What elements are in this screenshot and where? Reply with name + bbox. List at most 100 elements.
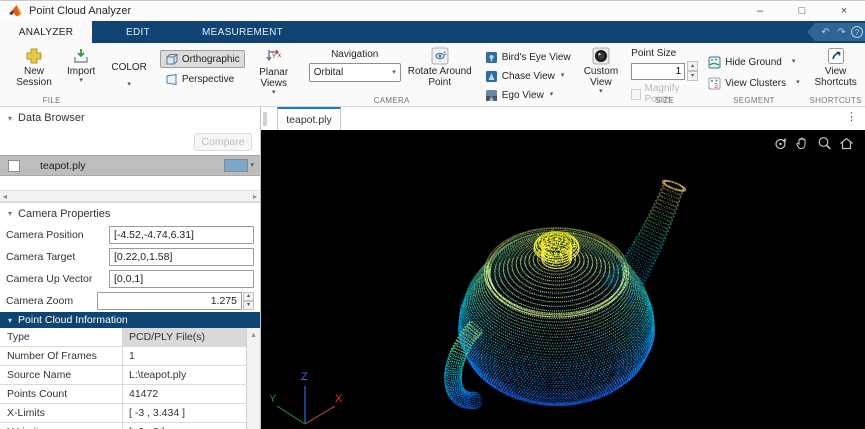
minimize-button[interactable]: –	[739, 1, 781, 21]
quick-access-toolbar: ↶ ↷ ?	[807, 23, 865, 41]
new-session-plus-icon	[26, 48, 42, 64]
swatch-caret[interactable]: ▾	[250, 162, 254, 169]
matlab-logo-icon	[9, 5, 22, 17]
table-row: Number Of Frames 1	[0, 347, 246, 366]
collapse-arrow-icon: ▾	[8, 209, 13, 218]
point-cloud-information-header[interactable]: ▾ Point Cloud Information	[0, 312, 260, 328]
chase-view-caret[interactable]: ▾	[561, 72, 565, 79]
compare-button[interactable]: Compare	[194, 133, 252, 151]
tab-measurement[interactable]: MEASUREMENT	[184, 21, 301, 43]
custom-view-group: Custom View ▾	[576, 43, 626, 106]
hide-ground-icon	[708, 56, 721, 68]
perspective-button[interactable]: Perspective	[160, 70, 245, 88]
rotate-3d-icon[interactable]	[772, 135, 789, 152]
close-button[interactable]: ×	[823, 1, 865, 21]
camera-up-vector-row: Camera Up Vector	[0, 268, 260, 290]
birds-eye-view-icon	[485, 51, 497, 63]
point-size-input[interactable]	[631, 62, 686, 80]
rotate-around-point-icon	[431, 47, 449, 65]
point-size-down-button[interactable]: ▾	[687, 71, 699, 81]
camera-zoom-up-button[interactable]: ▴	[242, 292, 254, 301]
new-session-button[interactable]: New Session	[8, 46, 60, 89]
view-shortcuts-button[interactable]: View Shortcuts	[810, 46, 862, 89]
undo-icon[interactable]: ↶	[819, 27, 832, 38]
point-size-label: Point Size	[631, 48, 677, 59]
segment-group: Hide Ground ▾ 3 View Clusters ▾ SEGMENT	[703, 43, 804, 106]
shortcuts-group: View Shortcuts SHORTCUTS	[805, 43, 865, 106]
shortcuts-section-label: SHORTCUTS	[809, 96, 862, 105]
help-icon[interactable]: ?	[851, 26, 863, 38]
ribbon-tab-bar: ANALYZER EDIT MEASUREMENT ↶ ↷ ?	[0, 21, 865, 43]
zoom-magnifier-icon[interactable]	[816, 135, 833, 152]
chase-view-icon	[485, 70, 497, 82]
maximize-button[interactable]: □	[781, 1, 823, 21]
size-section-label: SIZE	[655, 96, 675, 105]
camera-section-label: CAMERA	[373, 96, 410, 105]
camera-zoom-down-button[interactable]: ▾	[242, 301, 254, 310]
views-group: Bird's Eye View Chase View ▾ Ego View ▾	[480, 43, 576, 106]
horizontal-scrollbar[interactable]: ◂ ▸	[0, 190, 260, 202]
ego-view-button[interactable]: Ego View ▾	[485, 87, 571, 103]
table-row: Y-Limits [ -2 , 2 ]	[0, 423, 246, 429]
scroll-up-arrow-icon[interactable]: ▴	[251, 330, 255, 339]
ego-view-caret[interactable]: ▾	[550, 91, 554, 98]
navigation-select[interactable]: Orbital ▾	[308, 63, 401, 82]
hide-ground-button[interactable]: Hide Ground ▾	[708, 54, 799, 70]
vertical-scrollbar[interactable]: ▴ ▾	[246, 328, 260, 429]
scroll-right-arrow-icon[interactable]: ▸	[253, 192, 257, 201]
tab-overflow-menu-icon[interactable]: ⋮	[846, 110, 857, 123]
point-cloud-information-table: Type PCD/PLY File(s) Number Of Frames 1 …	[0, 328, 260, 429]
planar-views-button[interactable]: Y x Planar Views ▾	[249, 46, 299, 97]
teapot-point-cloud[interactable]	[261, 130, 864, 429]
import-button[interactable]: Import ▾	[64, 46, 98, 85]
viewport-tab-teapot[interactable]: teapot.ply	[277, 107, 341, 130]
data-browser-header[interactable]: ▾ Data Browser	[0, 107, 260, 129]
table-row: Source Name L:\teapot.ply	[0, 366, 246, 385]
table-row: Points Count 41472	[0, 385, 246, 404]
window-title: Point Cloud Analyzer	[29, 5, 132, 17]
rotate-around-point-button[interactable]: Rotate Around Point	[405, 46, 475, 89]
point-size-up-button[interactable]: ▴	[687, 61, 699, 71]
custom-view-button[interactable]: Custom View ▾	[581, 46, 621, 96]
color-swatch[interactable]	[224, 159, 249, 172]
axes-triad: Z Y X	[269, 371, 343, 425]
camera-up-vector-input[interactable]	[109, 270, 254, 288]
segment-section-label: SEGMENT	[733, 96, 775, 105]
view-clusters-caret[interactable]: ▾	[796, 79, 800, 86]
pan-hand-icon[interactable]	[794, 135, 811, 152]
orthographic-icon	[166, 53, 178, 64]
hide-ground-caret[interactable]: ▾	[792, 58, 796, 65]
ego-view-icon	[485, 89, 497, 101]
navigation-select-caret: ▾	[392, 68, 396, 76]
chase-view-button[interactable]: Chase View ▾	[485, 68, 571, 84]
navigation-label: Navigation	[331, 49, 379, 60]
view-shortcuts-icon	[827, 48, 844, 64]
svg-text:x: x	[278, 53, 281, 59]
camera-target-input[interactable]	[109, 248, 254, 266]
ribbon-toolbar: New Session Import ▾ FILE COLOR ▾ Orthog…	[0, 43, 865, 107]
table-row: X-Limits [ -3 , 3.434 ]	[0, 404, 246, 423]
camera-zoom-input[interactable]	[96, 292, 242, 310]
item-filename: teapot.ply	[40, 159, 86, 172]
camera-position-input[interactable]	[109, 226, 254, 244]
point-cloud-canvas-area[interactable]: Z Y X	[261, 130, 865, 429]
color-button[interactable]: COLOR ▾	[108, 46, 150, 89]
camera-properties-header[interactable]: ▾ Camera Properties	[0, 202, 260, 224]
data-browser-item-teapot[interactable]: teapot.ply ▾	[0, 155, 260, 176]
table-row: Type PCD/PLY File(s)	[0, 328, 246, 347]
tab-edit[interactable]: EDIT	[92, 21, 184, 43]
birds-eye-view-button[interactable]: Bird's Eye View	[485, 49, 571, 65]
collapse-arrow-icon: ▾	[8, 113, 13, 123]
planar-views-icon: Y x	[266, 49, 281, 62]
scroll-left-arrow-icon[interactable]: ◂	[3, 192, 7, 201]
orthographic-button[interactable]: Orthographic	[159, 50, 245, 68]
import-dropdown-caret[interactable]: ▾	[79, 77, 83, 84]
import-icon	[74, 49, 88, 63]
home-view-icon[interactable]	[838, 135, 855, 152]
tab-analyzer[interactable]: ANALYZER	[0, 21, 92, 43]
panel-splitter-handle[interactable]	[263, 111, 267, 126]
item-checkbox[interactable]	[8, 159, 20, 172]
view-clusters-button[interactable]: 3 View Clusters ▾	[708, 75, 800, 91]
redo-icon[interactable]: ↷	[835, 27, 848, 38]
svg-text:Y: Y	[272, 54, 276, 60]
